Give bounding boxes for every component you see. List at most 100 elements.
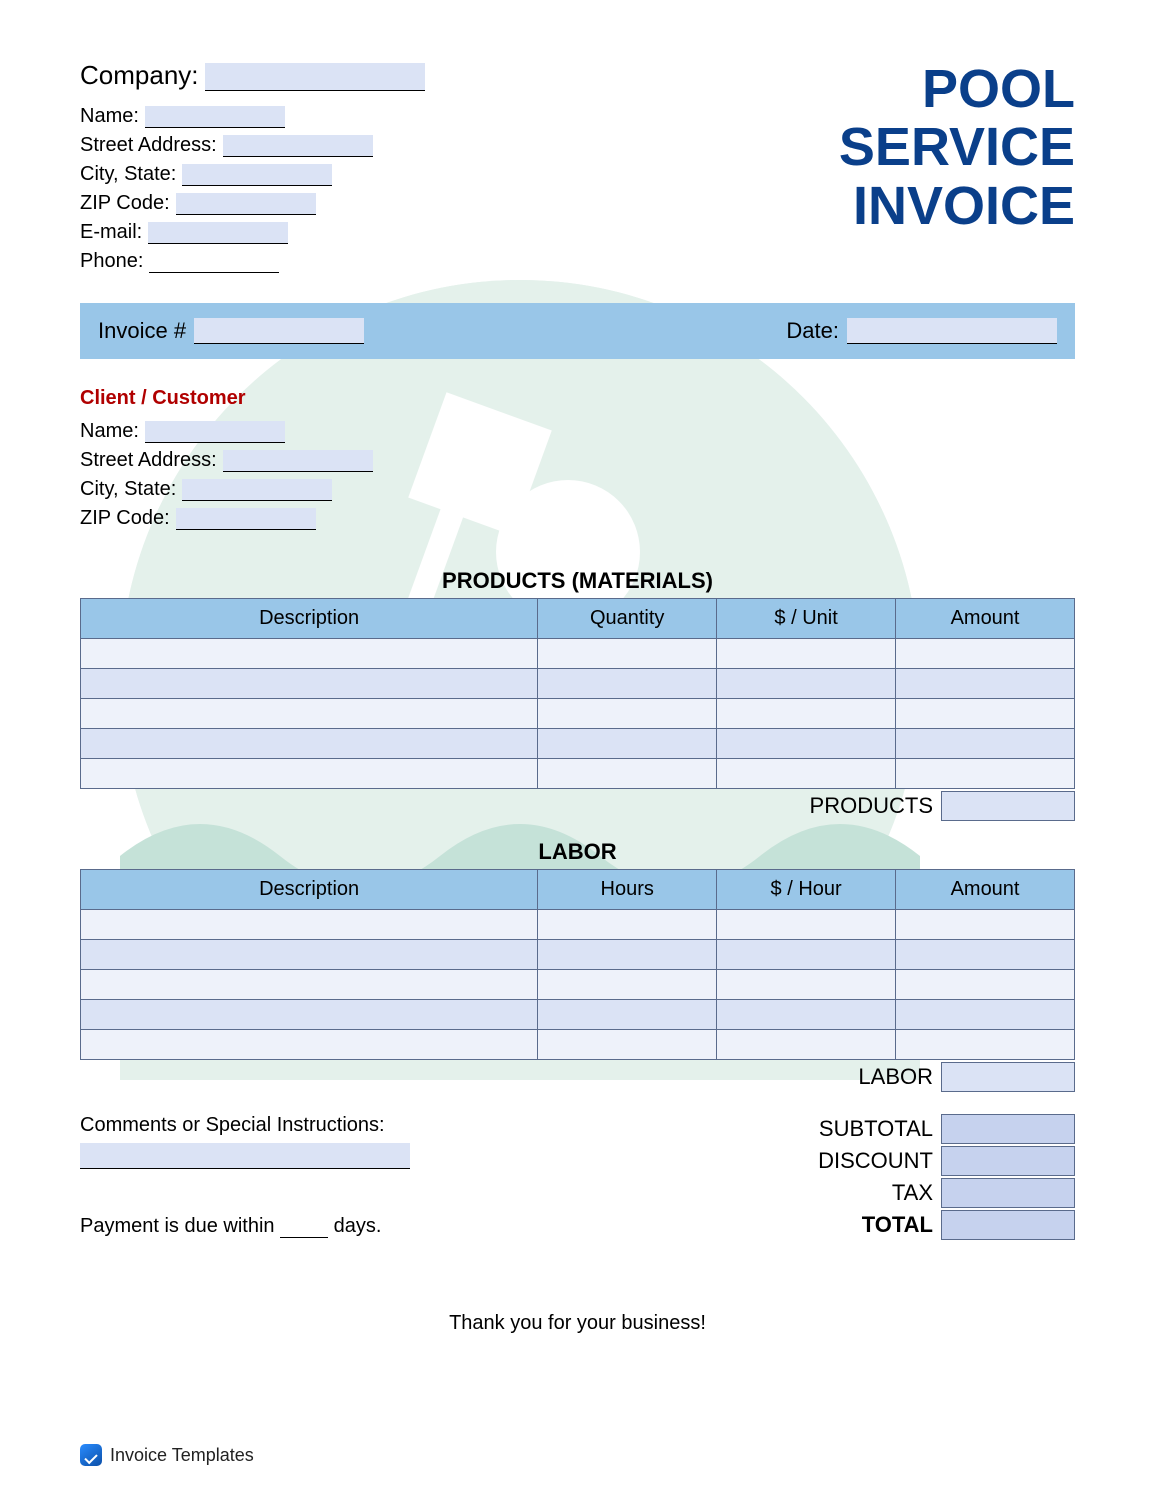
products-row [81,729,1075,759]
company-phone-input[interactable] [149,251,279,273]
labor-cell-amount[interactable] [896,1030,1075,1060]
labor-cell-rate[interactable] [717,970,896,1000]
total-label: TOTAL [862,1212,933,1238]
company-block: Company: Name: Street Address: City, Sta… [80,60,425,279]
products-cell-description[interactable] [81,729,538,759]
labor-cell-rate[interactable] [717,1030,896,1060]
products-cell-quantity[interactable] [538,759,717,789]
products-header-quantity: Quantity [538,599,717,639]
client-name-input[interactable] [145,421,285,443]
check-icon [80,1444,102,1466]
payment-days-input[interactable] [280,1216,328,1238]
labor-cell-rate[interactable] [717,910,896,940]
products-cell-quantity[interactable] [538,699,717,729]
subtotal-label: SUBTOTAL [819,1116,933,1142]
products-cell-description[interactable] [81,639,538,669]
labor-cell-description[interactable] [81,1000,538,1030]
discount-label: DISCOUNT [818,1148,933,1174]
products-cell-amount[interactable] [896,639,1075,669]
labor-cell-rate[interactable] [717,1000,896,1030]
title-line-2: SERVICE [839,118,1075,176]
labor-cell-rate[interactable] [717,940,896,970]
products-cell-quantity[interactable] [538,729,717,759]
products-cell-amount[interactable] [896,759,1075,789]
labor-row [81,1000,1075,1030]
title-line-1: POOL [839,60,1075,118]
totals-block: SUBTOTAL DISCOUNT TAX TOTAL [818,1114,1075,1242]
company-citystate-input[interactable] [182,164,332,186]
company-name-input[interactable] [145,106,285,128]
products-row [81,639,1075,669]
products-header-description: Description [81,599,538,639]
subtotal-value[interactable] [941,1114,1075,1144]
company-street-label: Street Address: [80,134,217,157]
products-cell-quantity[interactable] [538,639,717,669]
labor-row [81,940,1075,970]
labor-subtotal-value[interactable] [941,1062,1075,1092]
products-cell-amount[interactable] [896,699,1075,729]
labor-cell-description[interactable] [81,970,538,1000]
client-citystate-input[interactable] [182,479,332,501]
labor-cell-amount[interactable] [896,1000,1075,1030]
footer-brand-text: Invoice Templates [110,1445,254,1466]
company-zip-label: ZIP Code: [80,192,170,215]
products-row [81,759,1075,789]
products-cell-description[interactable] [81,699,538,729]
total-value[interactable] [941,1210,1075,1240]
invoice-number-label: Invoice # [98,318,186,344]
labor-cell-hours[interactable] [538,940,717,970]
products-cell-amount[interactable] [896,669,1075,699]
products-cell-unit[interactable] [717,759,896,789]
labor-cell-description[interactable] [81,1030,538,1060]
labor-cell-amount[interactable] [896,940,1075,970]
labor-cell-amount[interactable] [896,970,1075,1000]
company-input[interactable] [205,63,425,91]
labor-row [81,970,1075,1000]
client-name-label: Name: [80,420,139,443]
tax-value[interactable] [941,1178,1075,1208]
products-cell-unit[interactable] [717,729,896,759]
client-citystate-label: City, State: [80,478,176,501]
products-subtotal-value[interactable] [941,791,1075,821]
labor-cell-hours[interactable] [538,910,717,940]
client-street-label: Street Address: [80,449,217,472]
client-zip-input[interactable] [176,508,316,530]
labor-cell-description[interactable] [81,910,538,940]
products-cell-amount[interactable] [896,729,1075,759]
invoice-number-input[interactable] [194,318,364,344]
labor-row [81,910,1075,940]
discount-value[interactable] [941,1146,1075,1176]
products-cell-description[interactable] [81,759,538,789]
labor-cell-description[interactable] [81,940,538,970]
products-cell-unit[interactable] [717,699,896,729]
labor-row [81,1030,1075,1060]
company-email-input[interactable] [148,222,288,244]
products-cell-unit[interactable] [717,669,896,699]
company-street-input[interactable] [223,135,373,157]
document-title: POOL SERVICE INVOICE [839,60,1075,235]
client-street-input[interactable] [223,450,373,472]
invoice-date-input[interactable] [847,318,1057,344]
invoice-bar: Invoice # Date: [80,303,1075,359]
products-cell-unit[interactable] [717,639,896,669]
products-cell-quantity[interactable] [538,669,717,699]
labor-cell-hours[interactable] [538,970,717,1000]
products-title: PRODUCTS (MATERIALS) [80,568,1075,594]
products-cell-description[interactable] [81,669,538,699]
footer-brand: Invoice Templates [80,1444,254,1466]
labor-header-rate: $ / Hour [717,870,896,910]
company-citystate-label: City, State: [80,163,176,186]
products-header-amount: Amount [896,599,1075,639]
company-phone-label: Phone: [80,250,143,273]
products-table: Description Quantity $ / Unit Amount [80,598,1075,789]
labor-cell-hours[interactable] [538,1030,717,1060]
company-zip-input[interactable] [176,193,316,215]
comments-input[interactable] [80,1143,410,1169]
labor-cell-amount[interactable] [896,910,1075,940]
labor-header-hours: Hours [538,870,717,910]
labor-header-amount: Amount [896,870,1075,910]
client-heading: Client / Customer [80,387,1075,410]
labor-cell-hours[interactable] [538,1000,717,1030]
payment-prefix: Payment is due within [80,1215,275,1237]
tax-label: TAX [892,1180,933,1206]
